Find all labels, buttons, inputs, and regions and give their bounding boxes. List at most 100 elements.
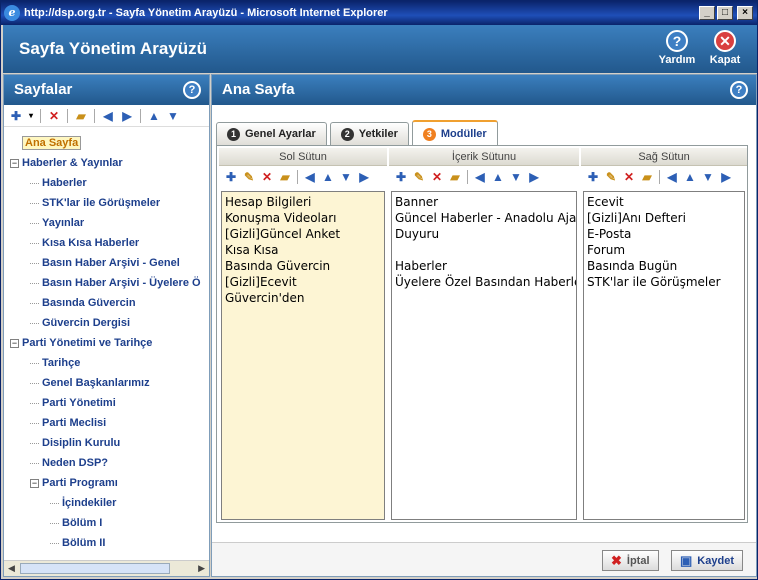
cancel-button[interactable]: ✖ İptal [602, 550, 659, 571]
delete-icon[interactable]: ✕ [46, 108, 62, 124]
module-list[interactable]: Ecevit [Gizli]Anı Defteri E-Posta Forum Bası… [583, 191, 745, 520]
folder-icon[interactable]: ▰ [447, 169, 463, 185]
open-folder-icon[interactable]: ▰ [73, 108, 89, 124]
module-list-item[interactable]: Konuşma Videoları [225, 210, 381, 226]
detail-help-icon[interactable]: ? [730, 81, 748, 99]
tree-item[interactable]: Basın Haber Arşivi - Genel [30, 253, 180, 273]
tree-item[interactable]: Disiplin Kurulu [30, 433, 120, 453]
pages-help-icon[interactable]: ? [183, 81, 201, 99]
module-list-item[interactable]: Üyelere Özel Basından Haberler [395, 274, 576, 290]
move-left-icon[interactable]: ◀ [664, 169, 680, 185]
save-icon: ▣ [680, 552, 693, 568]
column-toolbar: ✚ ✎ ✕ ▰ ◀ ▲ ▼ ▶ [219, 166, 387, 188]
tree-item[interactable]: Basında Güvercin [30, 293, 136, 313]
folder-icon[interactable]: ▰ [639, 169, 655, 185]
move-right-icon[interactable]: ▶ [356, 169, 372, 185]
tree-item[interactable]: STK'lar ile Görüşmeler [30, 193, 160, 213]
move-left-icon[interactable]: ◀ [100, 108, 116, 124]
save-button[interactable]: ▣ Kaydet [671, 550, 743, 571]
tab-3[interactable]: 3 Modüller [411, 120, 498, 146]
module-list-item[interactable]: [Gizli]Anı Defteri [587, 210, 741, 226]
module-list-item[interactable]: Güvercin'den [225, 290, 381, 306]
edit-icon[interactable]: ✎ [603, 169, 619, 185]
maximize-button[interactable]: □ [717, 6, 733, 20]
collapse-icon[interactable]: − [30, 479, 39, 488]
tree-item[interactable]: Parti Yönetimi [30, 393, 116, 413]
help-button[interactable]: ? Yardım [655, 30, 699, 66]
module-list-item[interactable]: Basında Güvercin [225, 258, 381, 274]
move-down-icon[interactable]: ▼ [508, 169, 524, 185]
scroll-left-icon[interactable]: ◀ [8, 563, 15, 574]
tree-item[interactable]: Basın Haber Arşivi - Üyelere Ö [30, 273, 201, 293]
module-list-item[interactable]: Güncel Haberler - Anadolu Ajansı [395, 210, 576, 226]
move-down-icon[interactable]: ▼ [700, 169, 716, 185]
move-up-icon[interactable]: ▲ [146, 108, 162, 124]
collapse-icon[interactable]: − [10, 339, 19, 348]
module-list-item[interactable]: E-Posta [587, 226, 741, 242]
tree-item[interactable]: Neden DSP? [30, 453, 108, 473]
module-list-item[interactable]: Hesap Bilgileri [225, 194, 381, 210]
delete-module-icon[interactable]: ✕ [621, 169, 637, 185]
move-up-icon[interactable]: ▲ [490, 169, 506, 185]
add-module-icon[interactable]: ✚ [393, 169, 409, 185]
move-left-icon[interactable]: ◀ [472, 169, 488, 185]
module-list-item[interactable]: Basında Bugün [587, 258, 741, 274]
move-up-icon[interactable]: ▲ [320, 169, 336, 185]
module-list-item[interactable]: Banner [395, 194, 573, 210]
tree-horizontal-scrollbar[interactable]: ◀ ▶ [4, 560, 209, 576]
delete-module-icon[interactable]: ✕ [429, 169, 445, 185]
move-right-icon[interactable]: ▶ [526, 169, 542, 185]
tree-item[interactable]: Güvercin Dergisi [30, 313, 130, 333]
move-left-icon[interactable]: ◀ [302, 169, 318, 185]
tree-item[interactable]: Haberler [30, 173, 87, 193]
tree-item[interactable]: Bölüm II [50, 533, 105, 553]
tree-item[interactable]: Kısa Kısa Haberler [30, 233, 139, 253]
move-down-icon[interactable]: ▼ [338, 169, 354, 185]
module-list-item[interactable]: [Gizli]Güncel Anket [225, 226, 381, 242]
tree-item[interactable]: Parti Meclisi [30, 413, 106, 433]
tree-item[interactable]: Bölüm I [50, 513, 102, 533]
tree-group[interactable]: − Parti Yönetimi ve Tarihçe [10, 333, 152, 353]
module-list-item[interactable]: [Gizli]Ecevit [225, 274, 381, 290]
add-module-icon[interactable]: ✚ [585, 169, 601, 185]
scroll-right-icon[interactable]: ▶ [198, 563, 205, 574]
move-right-icon[interactable]: ▶ [718, 169, 734, 185]
tree-item[interactable]: İçindekiler [50, 493, 116, 513]
add-page-icon[interactable]: ✚ [8, 108, 24, 124]
tree-item[interactable]: Genel Başkanlarımız [30, 373, 150, 393]
tab-1[interactable]: 1 Genel Ayarlar [216, 122, 327, 145]
module-list[interactable]: Banner Güncel Haberler - Anadolu Ajansı Du… [391, 191, 577, 520]
move-down-icon[interactable]: ▼ [165, 108, 181, 124]
browser-window: e http://dsp.org.tr - Sayfa Yönetim Aray… [0, 0, 758, 580]
delete-module-icon[interactable]: ✕ [259, 169, 275, 185]
move-right-icon[interactable]: ▶ [119, 108, 135, 124]
tree-item[interactable]: Ana Sayfa [22, 133, 82, 153]
edit-icon[interactable]: ✎ [241, 169, 257, 185]
close-app-button[interactable]: ✕ Kapat [703, 30, 747, 66]
module-list-item[interactable] [395, 242, 573, 258]
module-list-item[interactable]: Kısa Kısa [225, 242, 381, 258]
module-list-item[interactable]: Forum [587, 242, 741, 258]
scroll-thumb[interactable] [20, 563, 170, 574]
tree-connector [50, 522, 59, 524]
tab-2[interactable]: 2 Yetkiler [329, 122, 409, 145]
module-list-item[interactable]: Haberler [395, 258, 573, 274]
module-list-item[interactable]: STK'lar ile Görüşmeler [587, 274, 741, 290]
tree-group[interactable]: − Parti Programı [30, 473, 118, 493]
close-window-button[interactable]: × [737, 6, 753, 20]
minimize-button[interactable]: _ [699, 6, 715, 20]
module-list[interactable]: Hesap Bilgileri Konuşma Videoları [Gizli]G… [221, 191, 385, 520]
modules-panel: Sol Sütun ✚ ✎ ✕ ▰ ◀ ▲ ▼ ▶ Hesap Bilgileri Konuşma … [216, 145, 748, 523]
tree-group[interactable]: − Haberler & Yayınlar [10, 153, 123, 173]
tree-item[interactable]: Tarihçe [30, 353, 80, 373]
module-list-item[interactable]: Duyuru [395, 226, 573, 242]
move-up-icon[interactable]: ▲ [682, 169, 698, 185]
tree-item[interactable]: Yayınlar [30, 213, 84, 233]
module-list-item[interactable]: Ecevit [587, 194, 741, 210]
edit-icon[interactable]: ✎ [411, 169, 427, 185]
folder-icon[interactable]: ▰ [277, 169, 293, 185]
add-module-icon[interactable]: ✚ [223, 169, 239, 185]
collapse-icon[interactable]: − [10, 159, 19, 168]
add-dropdown-icon[interactable]: ▾ [27, 108, 35, 124]
toolbar-separator [40, 108, 41, 123]
